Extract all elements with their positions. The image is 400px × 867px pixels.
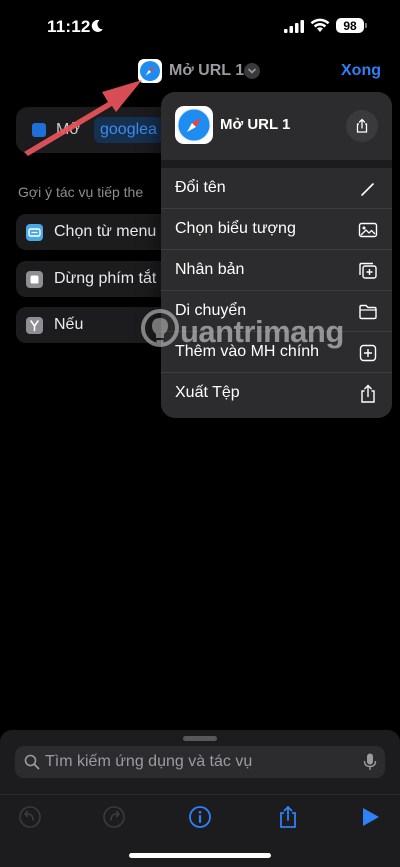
- branch-icon: [26, 317, 43, 334]
- home-indicator: [129, 853, 271, 858]
- microphone-icon[interactable]: [363, 753, 377, 771]
- done-button[interactable]: Xong: [341, 62, 381, 80]
- share-icon[interactable]: [276, 805, 300, 829]
- shortcut-options-menu: Mở URL 1 Đổi tên Chọn biểu tượng Nhân bả…: [161, 92, 392, 418]
- editor-toolbar: [0, 794, 400, 838]
- menu-item-label: Đổi tên: [175, 179, 226, 196]
- watermark-text: uantrimang: [180, 314, 344, 349]
- stop-icon: [26, 271, 43, 288]
- action-search-sheet: [0, 730, 400, 867]
- info-icon[interactable]: [188, 805, 212, 829]
- export-icon: [361, 384, 375, 403]
- moon-icon: [91, 19, 103, 32]
- menu-item-duplicate[interactable]: Nhân bản: [161, 250, 392, 291]
- play-icon[interactable]: [358, 805, 382, 829]
- cellular-signal-icon: [284, 20, 304, 33]
- status-time: 11:12: [47, 17, 91, 36]
- watermark-logo: uantrimang: [140, 308, 370, 358]
- battery-indicator: 98: [336, 18, 367, 33]
- image-icon: [358, 222, 378, 238]
- search-input[interactable]: [45, 746, 345, 778]
- menu-item-label: Xuất Tệp: [175, 384, 240, 401]
- duplicate-icon: [359, 262, 377, 279]
- menu-item-export-file[interactable]: Xuất Tệp: [161, 373, 392, 414]
- suggestion-label: Chọn từ menu: [54, 223, 157, 240]
- menu-title: Mở URL 1: [220, 116, 291, 133]
- share-icon: [356, 118, 368, 133]
- redo-icon[interactable]: [102, 805, 126, 829]
- wifi-icon: [310, 18, 330, 32]
- sheet-grabber[interactable]: [183, 736, 217, 741]
- status-bar: 11:12 98: [0, 0, 400, 52]
- suggestion-label: Nếu: [54, 316, 84, 333]
- shortcut-title[interactable]: Mở URL 1: [169, 62, 244, 80]
- safari-icon: [175, 106, 213, 144]
- menu-icon: [26, 224, 43, 241]
- suggestion-label: Dừng phím tắt: [54, 270, 157, 287]
- battery-level: 98: [343, 18, 357, 33]
- menu-item-choose-icon[interactable]: Chọn biểu tượng: [161, 209, 392, 250]
- menu-item-label: Chọn biểu tượng: [175, 220, 296, 237]
- menu-item-rename[interactable]: Đổi tên: [161, 168, 392, 209]
- search-icon: [24, 754, 40, 770]
- search-bar[interactable]: [15, 746, 385, 778]
- red-arrow-annotation: [24, 80, 142, 156]
- undo-icon[interactable]: [18, 805, 42, 829]
- menu-item-label: Nhân bản: [175, 261, 245, 278]
- suggestions-header: Gợi ý tác vụ tiếp the: [18, 184, 144, 200]
- menu-header: Mở URL 1: [161, 92, 392, 160]
- share-button[interactable]: [346, 110, 378, 142]
- chevron-down-icon[interactable]: [244, 63, 260, 79]
- pencil-icon: [361, 183, 374, 196]
- bulb-icon: [141, 309, 179, 347]
- menu-separator: [161, 160, 392, 168]
